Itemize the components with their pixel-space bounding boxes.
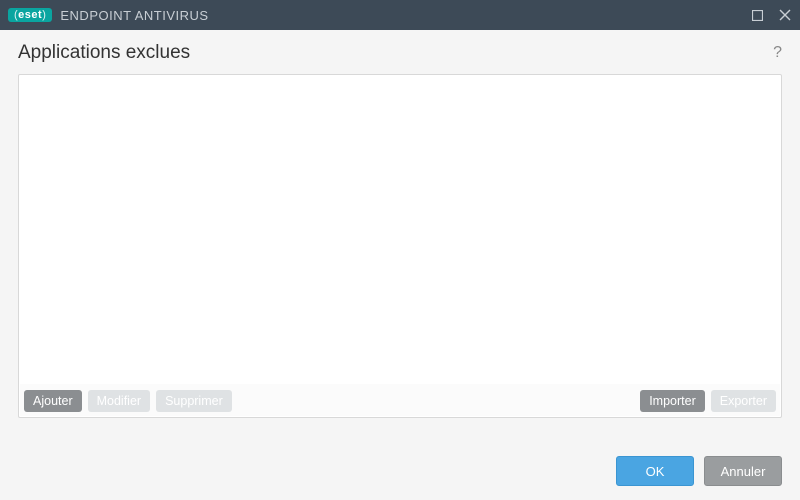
exclusions-panel: Ajouter Modifier Supprimer Importer Expo… (18, 74, 782, 418)
add-button[interactable]: Ajouter (24, 390, 82, 412)
brand-text: eset (18, 9, 42, 21)
ok-button[interactable]: OK (616, 456, 694, 486)
page-title: Applications exclues (18, 42, 190, 64)
edit-button: Modifier (88, 390, 150, 412)
product-name: ENDPOINT ANTIVIRUS (60, 8, 208, 23)
dialog-footer: OK Annuler (0, 442, 800, 500)
cancel-button[interactable]: Annuler (704, 456, 782, 486)
titlebar: (eset) ENDPOINT ANTIVIRUS (0, 0, 800, 30)
close-button[interactable] (778, 8, 792, 22)
page-header: Applications exclues ? (18, 42, 782, 64)
export-button: Exporter (711, 390, 776, 412)
import-button[interactable]: Importer (640, 390, 705, 412)
maximize-button[interactable] (750, 8, 764, 22)
content-area: Applications exclues ? Ajouter Modifier … (0, 30, 800, 436)
brand-badge: (eset) (8, 8, 52, 22)
exclusions-listbox[interactable] (20, 76, 780, 384)
panel-toolbar: Ajouter Modifier Supprimer Importer Expo… (20, 384, 780, 416)
window-controls (750, 8, 792, 22)
help-icon[interactable]: ? (773, 44, 782, 62)
delete-button: Supprimer (156, 390, 232, 412)
